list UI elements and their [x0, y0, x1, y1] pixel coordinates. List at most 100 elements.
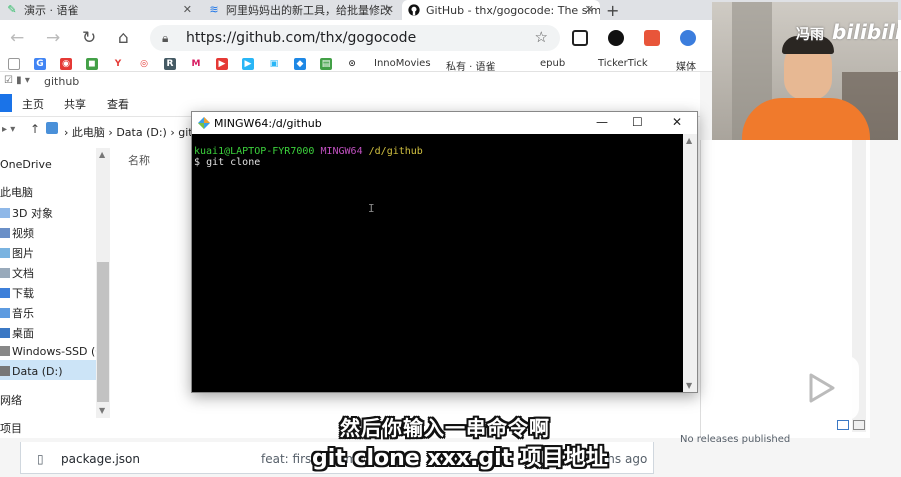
drive-icon	[0, 346, 10, 356]
prompt-line: kuai1@LAPTOP-FYR7000 MINGW64 /d/github	[194, 146, 682, 157]
bookmark-tickertick[interactable]: TickerTick	[598, 58, 648, 69]
video-icon	[0, 228, 10, 238]
tab-github[interactable]: GitHub - thx/gogocode: The sim ✕	[402, 0, 600, 20]
subtitle-line-2: git clone xxx.git 项目地址	[312, 446, 608, 471]
cube-icon	[0, 208, 10, 218]
details-view-icon[interactable]	[837, 420, 849, 430]
quick-access-icon[interactable]: ☑ ▮ ▾	[4, 75, 30, 86]
streamer-name: 冯雨	[796, 27, 824, 43]
bookmark-icon[interactable]: ◼	[86, 58, 98, 70]
up-arrow-icon[interactable]: ↑	[30, 122, 40, 136]
github-icon	[408, 4, 420, 16]
sidebar-item-videos[interactable]: 视频	[0, 225, 34, 241]
sidebar-item-items: 项目	[0, 422, 22, 435]
extension-icon[interactable]	[608, 30, 624, 46]
sidebar-item-this-pc[interactable]: 此电脑	[0, 184, 33, 200]
file-name-link[interactable]: package.json	[61, 452, 140, 466]
sidebar-item-network[interactable]: 网络	[0, 392, 22, 408]
sidebar-item-onedrive[interactable]: OneDrive	[0, 158, 52, 171]
bookmark-icon[interactable]: ◆	[294, 58, 306, 70]
nav-buttons[interactable]: ▸ ▾	[2, 124, 15, 135]
explorer-title: github	[44, 75, 80, 88]
tab-title: 演示 · 语雀	[24, 4, 79, 17]
extension-icon[interactable]	[644, 30, 660, 46]
computer-icon	[46, 122, 58, 134]
close-tab-icon[interactable]: ✕	[585, 3, 594, 16]
lock-icon[interactable]: 🔒︎	[162, 31, 168, 46]
reload-button[interactable]: ↻	[82, 28, 96, 48]
tab-title: 阿里妈妈出的新工具，给批量修改	[226, 4, 391, 17]
desktop-icon	[0, 328, 10, 338]
youtube-icon[interactable]: ▶	[216, 58, 228, 70]
terminal-window[interactable]: MINGW64:/d/github — ☐ ✕ kuai1@LAPTOP-FYR…	[191, 111, 698, 393]
bookmark-icon[interactable]: ▶	[242, 58, 254, 70]
column-header-name[interactable]: 名称	[128, 152, 150, 168]
ribbon-tab-home[interactable]: 主页	[22, 96, 44, 112]
mouse-cursor-icon: I	[368, 202, 375, 215]
bookmark-icon[interactable]: ◉	[60, 58, 72, 70]
tab-title: GitHub - thx/gogocode: The sim	[426, 3, 600, 17]
command-prefix: $	[194, 157, 201, 168]
drive-icon	[0, 366, 10, 376]
large-icons-view-icon[interactable]	[853, 420, 865, 430]
weibo-icon[interactable]: ◎	[138, 58, 150, 70]
bookmark-icon[interactable]: R	[164, 58, 176, 70]
minimize-button[interactable]: —	[596, 115, 608, 129]
url-field[interactable]: 🔒︎ https://github.com/thx/gogocode ☆	[150, 25, 560, 51]
bookmark-yuque-private[interactable]: 私有 · 语雀	[446, 58, 496, 73]
scroll-up-icon[interactable]: ▲	[99, 150, 105, 159]
sidebar-item-music[interactable]: 音乐	[0, 305, 34, 321]
home-button[interactable]: ⌂	[118, 28, 129, 48]
close-tab-icon[interactable]: ✕	[183, 3, 192, 16]
extension-icon[interactable]	[680, 30, 696, 46]
no-releases-text: No releases published	[680, 434, 791, 445]
scroll-up-icon[interactable]: ▲	[686, 136, 692, 145]
document-icon	[0, 268, 10, 278]
yuque-icon: ≋	[209, 3, 219, 16]
image-icon	[0, 248, 10, 258]
play-button[interactable]	[785, 345, 859, 420]
scroll-down-icon[interactable]: ▼	[686, 381, 692, 390]
webcam-overlay: 冯雨 bilibili	[712, 2, 898, 140]
gmail-icon[interactable]: M	[190, 58, 202, 70]
prompt-path: /d/github	[368, 146, 423, 157]
bilibili-icon[interactable]: ▣	[268, 58, 280, 70]
bookmark-icon[interactable]	[8, 58, 20, 70]
close-tab-icon[interactable]: ✕	[385, 3, 394, 16]
sidebar-item-windows-ssd[interactable]: Windows-SSD (C:)	[0, 345, 111, 358]
sidebar-item-pictures[interactable]: 图片	[0, 245, 34, 261]
bookmark-star-icon[interactable]: ☆	[535, 28, 548, 46]
bookmark-icon[interactable]: ⊙	[346, 58, 358, 70]
new-tab-button[interactable]: +	[606, 1, 619, 20]
extension-icon[interactable]	[572, 30, 588, 46]
back-button[interactable]: ←	[10, 28, 24, 48]
terminal-title-bar[interactable]: MINGW64:/d/github — ☐ ✕	[192, 112, 697, 134]
maximize-button[interactable]: ☐	[632, 115, 643, 129]
terminal-output[interactable]: kuai1@LAPTOP-FYR7000 MINGW64 /d/github $…	[192, 134, 682, 392]
ribbon-tab-share[interactable]: 共享	[64, 96, 86, 112]
music-icon	[0, 308, 10, 318]
sidebar-item-data-drive[interactable]: Data (D:)	[0, 365, 63, 378]
google-icon[interactable]: G	[34, 58, 46, 70]
sidebar-item-3d-objects[interactable]: 3D 对象	[0, 205, 53, 221]
ribbon-tab-view[interactable]: 查看	[107, 96, 129, 112]
bookmark-icon[interactable]: Y	[112, 58, 124, 70]
bookmark-innomovies[interactable]: InnoMovies	[374, 58, 431, 69]
sidebar-item-desktop[interactable]: 桌面	[0, 325, 34, 341]
close-button[interactable]: ✕	[672, 115, 682, 129]
forward-button[interactable]: →	[46, 28, 60, 48]
scroll-down-icon[interactable]: ▼	[99, 406, 105, 415]
yuque-icon: ✎	[7, 3, 17, 16]
sidebar-item-downloads[interactable]: 下载	[0, 285, 34, 301]
ribbon-file-tab[interactable]	[0, 94, 12, 112]
bookmark-epub[interactable]: epub	[540, 58, 565, 69]
bookmark-icon[interactable]: ▤	[320, 58, 332, 70]
sidebar-scroll-thumb[interactable]	[97, 262, 109, 402]
terminal-scrollbar[interactable]: ▲ ▼	[683, 134, 697, 392]
person-shirt	[742, 98, 870, 140]
sidebar-item-documents[interactable]: 文档	[0, 265, 34, 281]
breadcrumb[interactable]: › 此电脑 › Data (D:) › git	[64, 124, 193, 140]
bookmark-folder-media[interactable]: 媒体	[676, 58, 696, 73]
tab-alimama[interactable]: ≋ 阿里妈妈出的新工具，给批量修改 ✕	[202, 0, 400, 20]
tab-yuque-demo[interactable]: ✎ 演示 · 语雀 ✕	[0, 0, 198, 20]
